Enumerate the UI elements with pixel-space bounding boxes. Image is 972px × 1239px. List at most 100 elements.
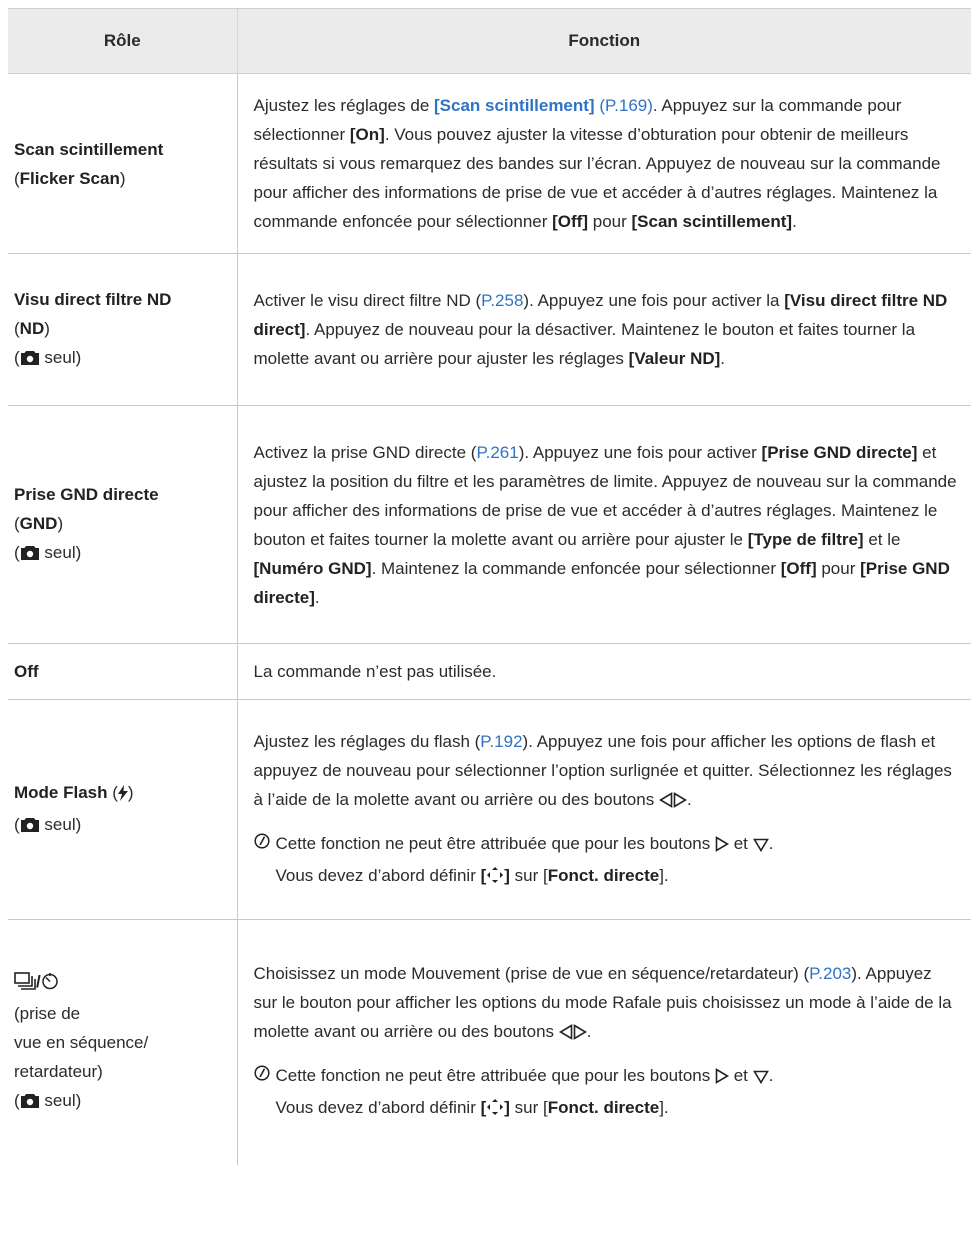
function-cell: Ajustez les réglages de [Scan scintillem… [236, 73, 971, 254]
role-cell: / (prise de vue en séquence/ retardateur… [8, 920, 237, 1165]
right-arrow-icon [673, 788, 688, 817]
down-arrow-icon [752, 1064, 769, 1093]
text: (prise de [14, 1003, 81, 1023]
text: pour [816, 558, 861, 578]
text: . [586, 1022, 592, 1042]
table-row-gnd: Prise GND directe (GND) ( seul) Activez … [8, 405, 971, 644]
text: Ajustez les réglages de [253, 96, 434, 115]
text-bold: Fonct. directe [547, 865, 660, 885]
text: et [728, 1066, 753, 1086]
role-name: Off [14, 662, 39, 681]
role-name: Prise GND directe [14, 484, 159, 504]
right-arrow-icon [715, 1064, 730, 1093]
multi-selector-icon [486, 864, 504, 893]
text: pour [588, 212, 632, 231]
table-row-nd: Visu direct filtre ND (ND) ( seul) Activ… [8, 253, 971, 406]
right-arrow-icon [715, 832, 730, 861]
link-page[interactable]: P.203 [809, 964, 851, 983]
camera-icon [20, 541, 40, 570]
note: Cette fonction ne peut être attribuée qu… [253, 1061, 958, 1125]
role-cell: Prise GND directe (GND) ( seul) [8, 405, 237, 644]
table-header: Rôle Fonction [8, 8, 971, 74]
text-bold: [Prise GND directe] [761, 442, 918, 462]
table-row-off: Off La commande n’est pas utilisée. [8, 643, 971, 700]
paragraph: Choisissez un mode Mouvement (prise de v… [254, 959, 958, 1049]
role-cell: Visu direct filtre ND (ND) ( seul) [8, 253, 237, 406]
role-cell: Mode Flash () ( seul) [8, 699, 237, 920]
text: vue en séquence/ [14, 1032, 149, 1052]
link-page[interactable]: P.192 [480, 732, 522, 751]
text: Choisissez un mode Mouvement (prise de v… [253, 964, 810, 984]
text: sur [ [509, 865, 548, 885]
function-cell: Ajustez les réglages du flash (P.192). A… [236, 699, 971, 920]
text: Activez la prise GND directe ( [253, 442, 477, 462]
left-arrow-icon [558, 1020, 573, 1049]
text: . [686, 789, 692, 809]
note-icon [253, 1061, 270, 1090]
text: ]. [659, 1098, 669, 1118]
text: sur [ [509, 1098, 548, 1118]
text: retardateur) [14, 1061, 103, 1081]
table-row-flash: Mode Flash () ( seul) Ajustez les réglag… [8, 699, 971, 920]
text: . Maintenez la commande enfoncée pour sé… [371, 558, 781, 578]
text: et le [863, 529, 901, 549]
text: Activer le visu direct filtre ND ( [253, 291, 482, 310]
role-cell: Off [8, 643, 237, 700]
role-cell: Scan scintillement (Flicker Scan) [8, 73, 237, 254]
paragraph: Ajustez les réglages du flash (P.192). A… [254, 727, 958, 817]
text: ). Appuyez une fois pour activer [518, 442, 762, 462]
text-bold: [Scan scintillement] [631, 212, 793, 231]
table-row-flicker: Scan scintillement (Flicker Scan) Ajuste… [8, 73, 971, 254]
role-sub: Flicker Scan [19, 168, 120, 188]
note-icon [253, 829, 270, 858]
link-page[interactable]: P.261 [476, 443, 518, 462]
text-bold: Fonct. directe [547, 1098, 660, 1118]
left-arrow-icon [658, 788, 673, 817]
text: . [314, 587, 320, 607]
function-table: Rôle Fonction Scan scintillement (Flicke… [8, 8, 971, 1165]
text-bold: [Valeur ND] [628, 349, 721, 368]
text-bold: [Numéro GND] [253, 558, 372, 578]
text: ]. [659, 865, 669, 885]
link-page[interactable]: P.258 [481, 291, 523, 310]
text: Cette fonction ne peut être attribuée qu… [275, 1066, 715, 1086]
text: Ajustez les réglages du flash ( [253, 731, 481, 751]
text: . [792, 212, 797, 231]
text: seul [44, 1090, 76, 1110]
link-scan-scintillement[interactable]: [Scan scintillement] [434, 96, 595, 115]
text-bold: [Type de filtre] [747, 529, 864, 549]
header-function: Fonction [236, 8, 971, 74]
role-sub: GND [19, 513, 58, 533]
text: Vous devez d’abord définir [275, 1098, 481, 1118]
role-name: Scan scintillement [14, 139, 164, 159]
text: seul [44, 814, 76, 834]
camera-icon [20, 813, 40, 842]
function-cell: Activer le visu direct filtre ND (P.258)… [236, 253, 971, 406]
text: ). Appuyez une fois pour activer la [523, 291, 785, 310]
role-sub: ND [19, 318, 45, 338]
right-arrow-icon [573, 1020, 587, 1049]
text-bold: [Off] [780, 558, 817, 578]
camera-icon [20, 1089, 40, 1118]
function-cell: La commande n’est pas utilisée. [236, 643, 971, 700]
text: La commande n’est pas utilisée. [253, 662, 497, 681]
text: Vous devez d’abord définir [275, 865, 481, 885]
down-arrow-icon [752, 832, 769, 861]
flash-icon [117, 781, 128, 810]
text: Cette fonction ne peut être attribuée qu… [275, 833, 715, 853]
text: . [720, 349, 726, 368]
link-page[interactable]: (P.169) [595, 96, 653, 115]
role-name: Mode Flash [14, 782, 108, 802]
function-cell: Activez la prise GND directe (P.261). Ap… [236, 405, 971, 644]
header-role: Rôle [8, 8, 237, 74]
text-bold: [Off] [552, 212, 589, 231]
table-row-drive: / (prise de vue en séquence/ retardateur… [8, 919, 971, 1165]
text: seul [44, 347, 76, 367]
text: . Appuyez de nouveau pour la désactiver.… [253, 320, 916, 368]
self-timer-icon [41, 970, 59, 999]
camera-icon [20, 346, 40, 375]
role-name: Visu direct filtre ND [14, 289, 172, 309]
text-bold: [On] [349, 125, 385, 144]
note: Cette fonction ne peut être attribuée qu… [253, 829, 958, 893]
function-cell: Choisissez un mode Mouvement (prise de v… [236, 919, 971, 1165]
